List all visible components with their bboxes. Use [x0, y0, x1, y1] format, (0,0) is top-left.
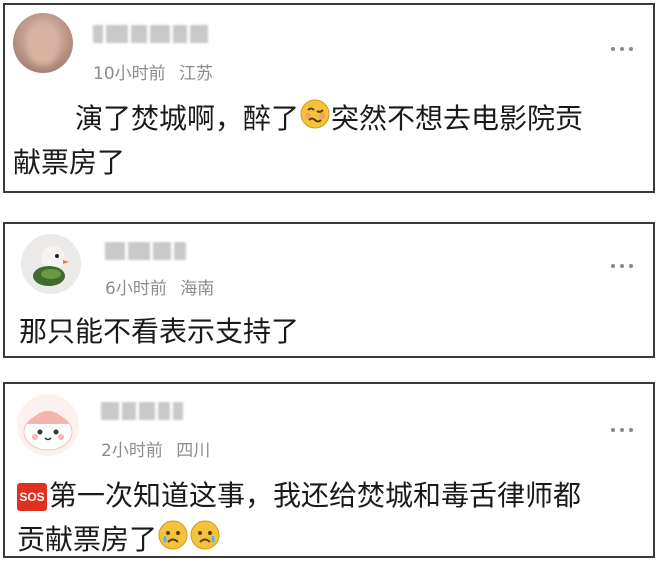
sad-relieved-face-icon [158, 519, 188, 563]
comment-card: 2小时前 四川 SOS 第一次知道这事，我还给焚城和毒舌律师都 贡献票房了 [3, 382, 655, 558]
username-blurred[interactable] [105, 242, 186, 260]
avatar[interactable] [21, 234, 81, 294]
comment-location: 江苏 [179, 64, 214, 84]
sad-relieved-face-icon [190, 519, 220, 563]
woozy-face-icon [300, 98, 330, 142]
username-blurred[interactable] [93, 25, 208, 43]
avatar[interactable] [13, 13, 73, 73]
comment-meta: 10小时前 江苏 [93, 59, 213, 84]
avatar[interactable] [17, 394, 79, 456]
comment-text-line: 献票房了 [13, 146, 126, 179]
comment-text: SOS 第一次知道这事，我还给焚城和毒舌律师都 [17, 474, 581, 518]
comment-card: 10小时前 江苏 演了焚城啊，醉了 突然不想去电影院贡 献票房了 [3, 3, 655, 193]
comment-time: 2小时前 [101, 441, 163, 461]
comment-text: 演了焚城啊，醉了 突然不想去电影院贡 [75, 97, 583, 142]
sos-badge-icon: SOS [17, 483, 47, 511]
more-options-icon[interactable] [611, 428, 633, 432]
comment-card: 6小时前 海南 那只能不看表示支持了 [3, 222, 655, 358]
comment-time: 10小时前 [93, 64, 166, 84]
comment-location: 海南 [180, 279, 215, 299]
username-blurred[interactable] [101, 402, 183, 420]
comment-location: 四川 [176, 441, 211, 461]
comment-text-line: 贡献票房了 [17, 518, 221, 563]
comment-time: 6小时前 [105, 279, 167, 299]
more-options-icon[interactable] [611, 47, 633, 51]
comment-text: 那只能不看表示支持了 [19, 315, 300, 348]
more-options-icon[interactable] [611, 264, 633, 268]
comment-meta: 6小时前 海南 [105, 274, 214, 299]
comment-meta: 2小时前 四川 [101, 436, 210, 461]
